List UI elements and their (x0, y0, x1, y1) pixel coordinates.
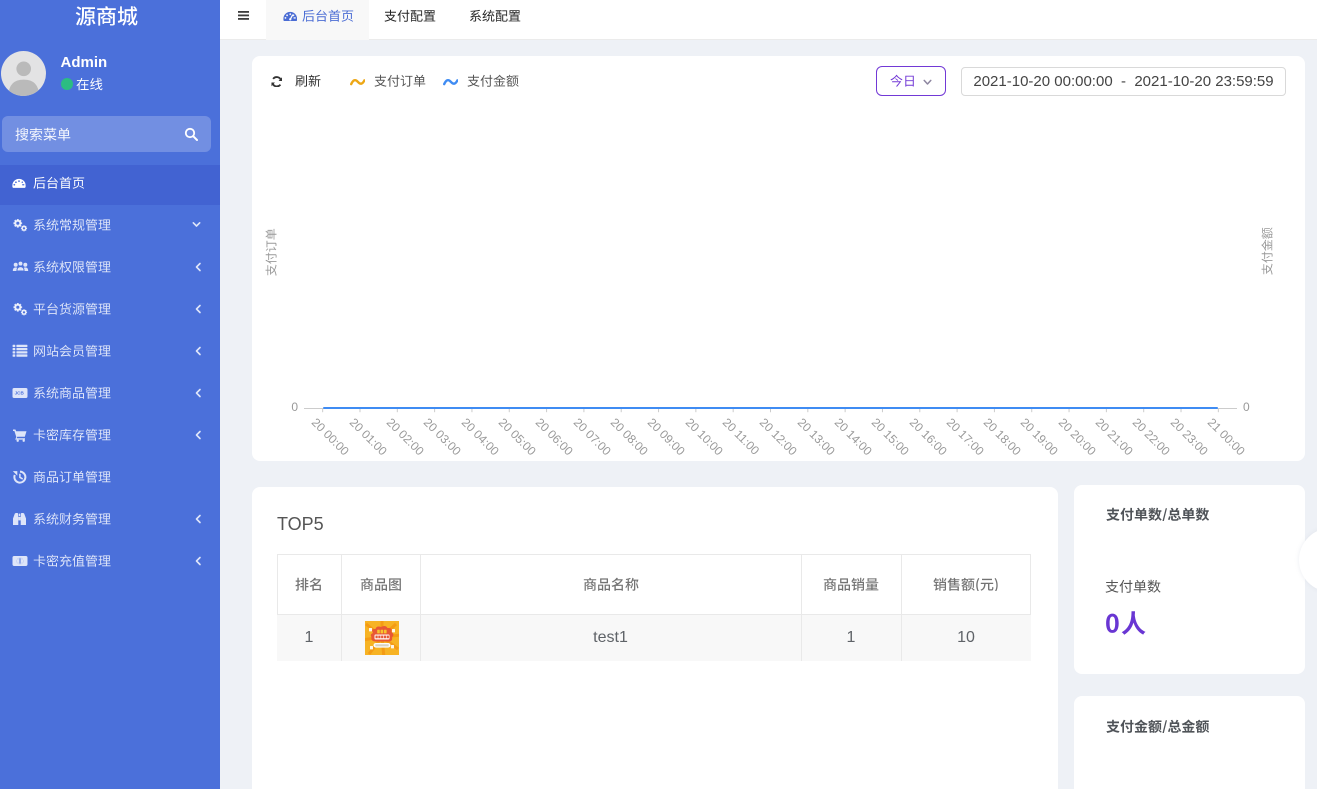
svg-text:JCB: JCB (15, 391, 25, 396)
